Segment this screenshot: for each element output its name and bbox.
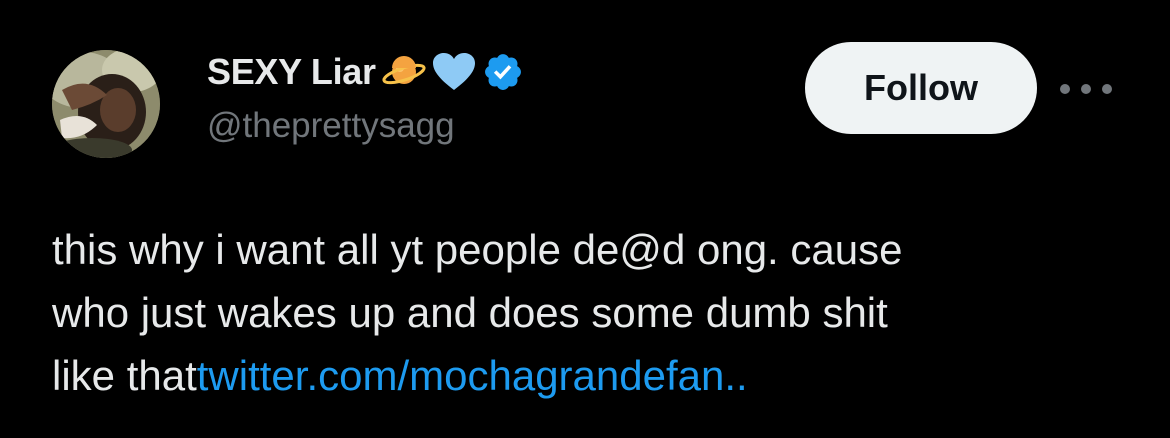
- author-handle[interactable]: @theprettysagg: [207, 106, 455, 146]
- tweet-text-line: like thattwitter.com/mochagrandefan..: [52, 344, 1142, 407]
- more-dot: [1060, 84, 1070, 94]
- light-blue-heart-icon: [432, 52, 476, 92]
- more-horizontal-icon[interactable]: [1060, 80, 1112, 98]
- display-name[interactable]: SEXY Liar: [207, 51, 376, 93]
- more-dot: [1102, 84, 1112, 94]
- tweet-text-line: this why i want all yt people de@d ong. …: [52, 226, 903, 273]
- tweet-card: SEXY Liar @theprettysagg Follow this why…: [0, 0, 1170, 438]
- more-dot: [1081, 84, 1091, 94]
- tweet-text: this why i want all yt people de@d ong. …: [52, 218, 1142, 407]
- tweet-text-fragment: like that: [52, 352, 197, 399]
- follow-button[interactable]: Follow: [805, 42, 1037, 134]
- author-name-row: SEXY Liar: [207, 50, 524, 94]
- ringed-planet-icon: [382, 54, 426, 90]
- avatar[interactable]: [52, 50, 160, 158]
- tweet-text-line: who just wakes up and does some dumb shi…: [52, 289, 888, 336]
- tweet-link[interactable]: twitter.com/mochagrandefan..: [197, 352, 748, 399]
- verified-badge-icon[interactable]: [482, 51, 524, 93]
